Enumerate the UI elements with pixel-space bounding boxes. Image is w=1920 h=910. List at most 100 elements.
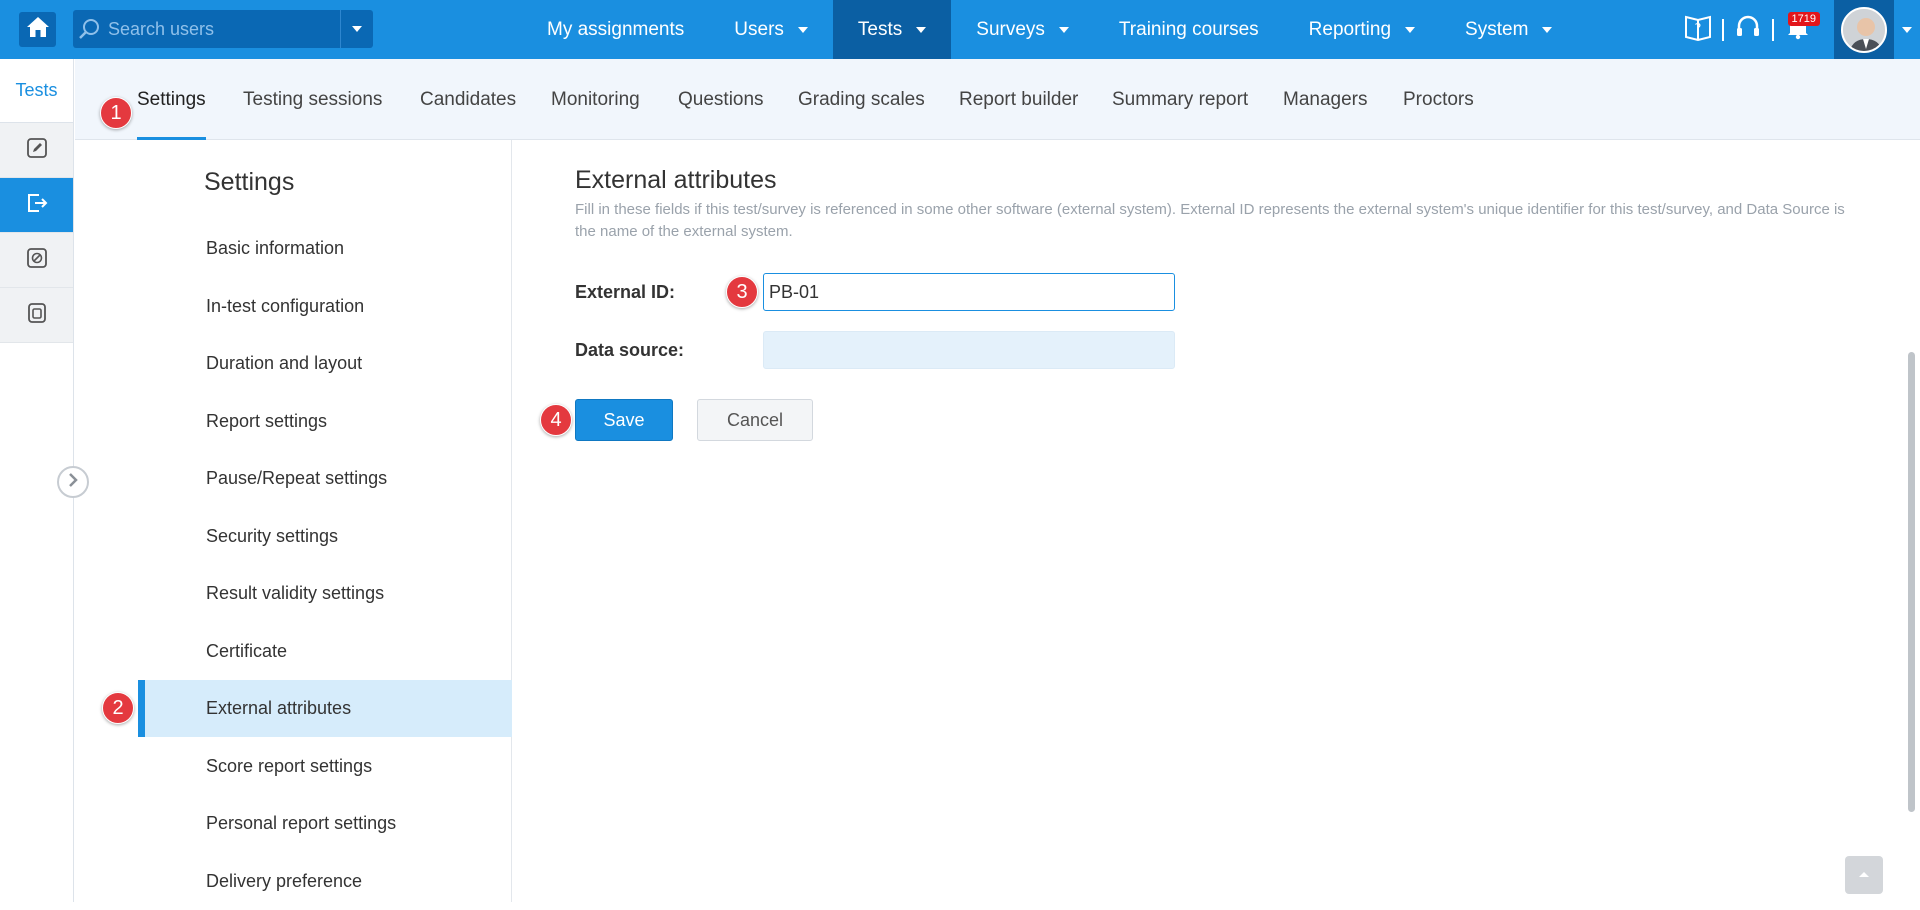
settings-item-label: In-test configuration [206,296,365,316]
copy-icon [26,302,48,329]
settings-item-external-attributes[interactable]: External attributes [138,680,512,737]
tab-testing-sessions[interactable]: Testing sessions [243,59,382,140]
page-description: Fill in these fields if this test/survey… [575,201,1845,240]
nav-reporting[interactable]: Reporting [1284,0,1440,59]
settings-item-security-settings[interactable]: Security settings [138,508,512,565]
nav-label: Surveys [976,18,1045,40]
nav-users[interactable]: Users [709,0,833,59]
tab-questions[interactable]: Questions [678,59,764,140]
settings-item-label: Personal report settings [206,813,397,833]
tab-proctors[interactable]: Proctors [1403,59,1474,140]
scroll-to-top-button[interactable] [1845,856,1883,894]
tab-grading-scales[interactable]: Grading scales [798,59,925,140]
tab-candidates[interactable]: Candidates [420,59,516,140]
settings-item-score-report-settings[interactable]: Score report settings [138,738,512,795]
nav-system[interactable]: System [1440,0,1577,59]
settings-item-basic-information[interactable]: Basic information [138,220,512,277]
settings-item-label: Delivery preference [206,871,363,891]
settings-item-result-validity-settings[interactable]: Result validity settings [138,565,512,622]
nav-surveys[interactable]: Surveys [951,0,1094,59]
home-button[interactable] [19,12,56,47]
rail-title: Tests [0,59,73,123]
nav-label: Users [734,18,784,40]
settings-title: Settings [204,168,295,196]
help-book-button[interactable]: ? [1678,10,1718,50]
external-id-field[interactable] [763,273,1175,311]
step-marker-4: 4 [540,404,572,436]
settings-item-label: Certificate [206,641,288,661]
tab-label: Candidates [420,88,517,110]
main-nav: My assignments Users Tests Surveys Train… [522,0,1577,59]
external-id-label: External ID: [575,282,676,302]
rail-publish-button[interactable] [0,178,73,233]
rail-block-button[interactable] [0,233,73,288]
chevron-down-icon [1902,26,1912,33]
search-users-box [73,10,373,48]
nav-label: My assignments [547,18,685,40]
cancel-button[interactable]: Cancel [697,399,813,441]
nav-label: System [1465,18,1529,40]
step-marker-1: 1 [100,97,132,129]
edit-icon [26,137,48,164]
settings-item-label: Basic information [206,238,345,258]
chevron-down-icon [1405,26,1416,33]
chevron-down-icon [1058,26,1069,33]
settings-item-label: Report settings [206,411,328,431]
tab-summary-report[interactable]: Summary report [1112,59,1248,140]
data-source-field[interactable] [763,331,1175,369]
tab-label: Monitoring [551,88,640,110]
settings-item-pause-repeat-settings[interactable]: Pause/Repeat settings [138,450,512,507]
settings-item-label: External attributes [206,698,352,718]
tab-settings[interactable]: Settings [137,59,206,140]
rail-edit-button[interactable] [0,123,73,178]
support-button[interactable] [1728,10,1768,50]
nav-label: Training courses [1118,18,1259,40]
tab-label: Settings [137,88,206,110]
settings-menu: Settings Basic information In-test confi… [75,140,512,902]
nav-label: Tests [857,18,903,40]
notification-badge: 1719 [1787,11,1820,26]
tab-label: Testing sessions [243,88,383,110]
nav-tests[interactable]: Tests [832,0,952,59]
publish-icon [25,192,49,219]
rail-copy-button[interactable] [0,288,73,343]
nav-training-courses[interactable]: Training courses [1094,0,1284,59]
settings-item-personal-report-settings[interactable]: Personal report settings [138,795,512,852]
search-icon [73,10,106,48]
tab-managers[interactable]: Managers [1283,59,1368,140]
chevron-down-icon [351,26,362,32]
chevron-down-icon [1542,26,1553,33]
nav-label: Reporting [1308,18,1392,40]
notifications-button[interactable]: 1719 [1778,10,1820,50]
divider [1722,18,1724,41]
tab-label: Questions [678,88,764,110]
settings-item-in-test-configuration[interactable]: In-test configuration [138,278,512,335]
scrollbar[interactable] [1908,352,1915,812]
settings-item-label: Score report settings [206,756,373,776]
save-button[interactable]: Save [575,399,673,441]
tab-report-builder[interactable]: Report builder [959,59,1078,140]
settings-item-label: Duration and layout [206,353,363,373]
settings-item-certificate[interactable]: Certificate [138,623,512,680]
tab-label: Summary report [1112,88,1249,110]
data-source-label: Data source: [575,340,685,360]
user-avatar-button[interactable] [1834,0,1894,59]
page-title: External attributes [575,166,777,194]
home-icon [26,16,50,43]
tab-label: Report builder [959,88,1079,110]
user-menu-dropdown[interactable] [1894,0,1920,59]
search-filter-dropdown[interactable] [339,10,373,48]
settings-item-label: Result validity settings [206,583,385,603]
settings-item-duration-and-layout[interactable]: Duration and layout [138,335,512,392]
settings-item-delivery-preference[interactable]: Delivery preference [138,853,512,910]
tab-monitoring[interactable]: Monitoring [551,59,640,140]
chevron-down-icon [916,26,927,33]
search-users-input[interactable] [105,10,340,48]
nav-my-assignments[interactable]: My assignments [522,0,709,59]
top-right-tools: ? 1719 [1678,0,1920,59]
settings-item-report-settings[interactable]: Report settings [138,393,512,450]
chevron-down-icon [797,26,808,33]
step-marker-3: 3 [726,276,758,308]
settings-item-label: Security settings [206,526,339,546]
step-marker-2: 2 [102,692,134,724]
